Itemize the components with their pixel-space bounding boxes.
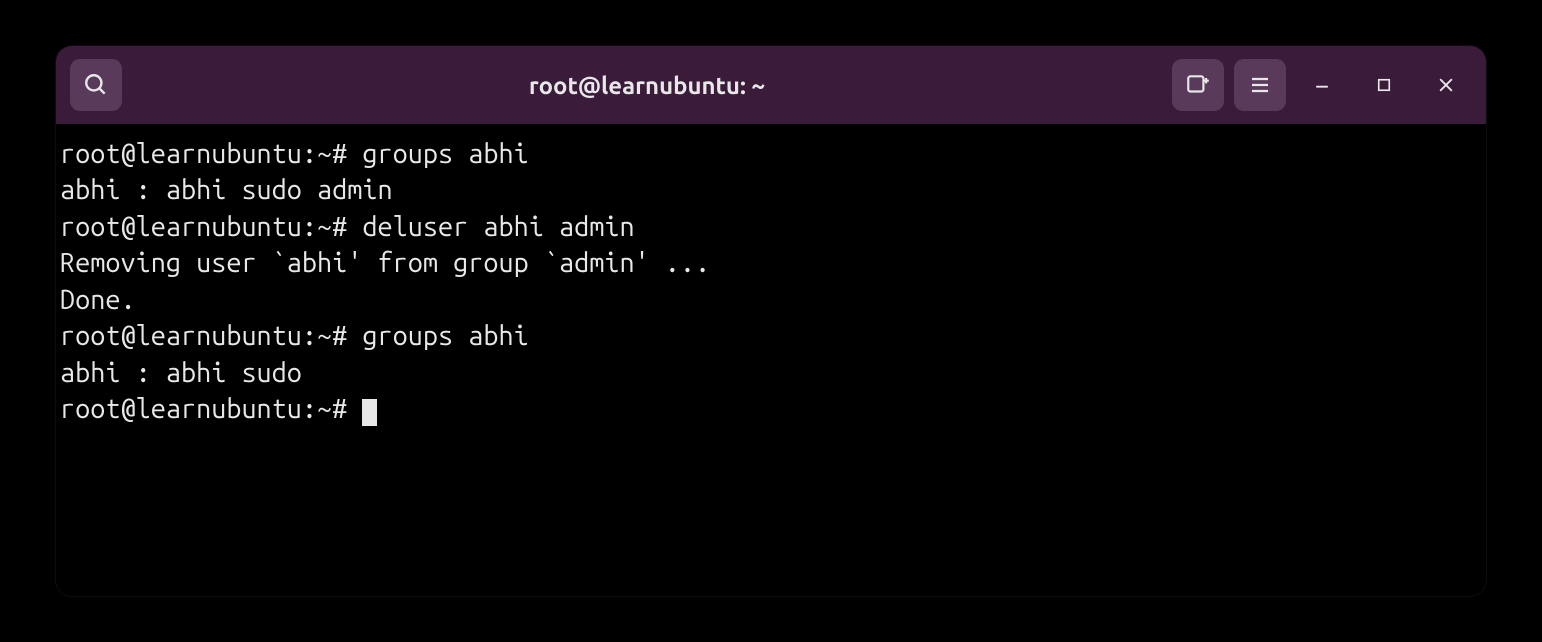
terminal-line: abhi : abhi sudo admin xyxy=(60,172,1482,208)
terminal-line: root@learnubuntu:~# groups abhi xyxy=(60,318,1482,354)
cursor-icon xyxy=(362,399,377,426)
hamburger-menu-icon xyxy=(1248,73,1272,97)
search-button[interactable] xyxy=(70,59,122,111)
terminal-output[interactable]: root@learnubuntu:~# groups abhi abhi : a… xyxy=(56,124,1486,596)
close-icon xyxy=(1436,75,1456,95)
maximize-button[interactable] xyxy=(1358,59,1410,111)
terminal-prompt-line: root@learnubuntu:~# xyxy=(60,391,1482,427)
terminal-line: root@learnubuntu:~# groups abhi xyxy=(60,136,1482,172)
new-tab-button[interactable] xyxy=(1172,59,1224,111)
search-icon xyxy=(83,72,109,98)
minimize-icon xyxy=(1312,75,1332,95)
terminal-line: abhi : abhi sudo xyxy=(60,355,1482,391)
titlebar: root@learnubuntu: ~ xyxy=(56,46,1486,124)
minimize-button[interactable] xyxy=(1296,59,1348,111)
terminal-line: Removing user `abhi' from group `admin' … xyxy=(60,245,1482,281)
terminal-line: Done. xyxy=(60,282,1482,318)
terminal-window: root@learnubuntu: ~ xyxy=(56,46,1486,596)
terminal-prompt: root@learnubuntu:~# xyxy=(60,394,362,424)
new-tab-icon xyxy=(1185,72,1211,98)
menu-button[interactable] xyxy=(1234,59,1286,111)
titlebar-left xyxy=(70,59,122,111)
maximize-icon xyxy=(1375,76,1393,94)
close-button[interactable] xyxy=(1420,59,1472,111)
titlebar-right xyxy=(1172,59,1472,111)
terminal-line: root@learnubuntu:~# deluser abhi admin xyxy=(60,209,1482,245)
window-title: root@learnubuntu: ~ xyxy=(132,72,1162,99)
